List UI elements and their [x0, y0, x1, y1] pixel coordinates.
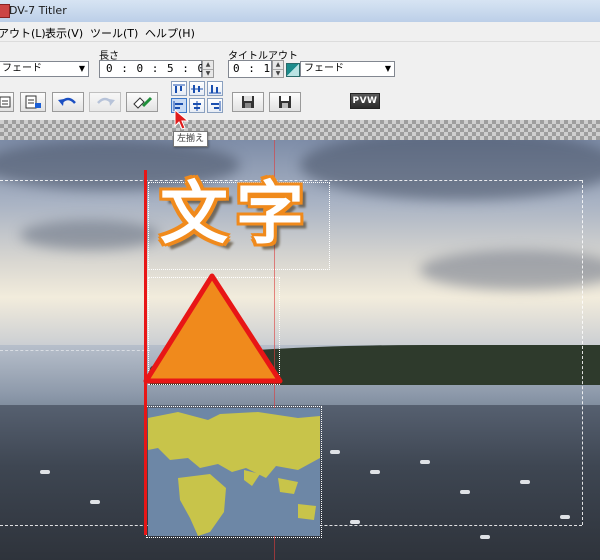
redo-icon: [97, 97, 115, 106]
title-out-effect-select[interactable]: フェード ▼: [300, 61, 395, 77]
alignment-line: [144, 170, 147, 535]
page-icon: [0, 96, 11, 108]
fade-effect-icon: [286, 63, 300, 77]
mouse-cursor-icon: [174, 109, 190, 130]
center-guide: [0, 350, 150, 351]
redo-button[interactable]: [89, 92, 121, 112]
preview-button[interactable]: PVW: [350, 93, 380, 109]
page-add-icon: [25, 95, 41, 109]
save-as-button[interactable]: [269, 92, 301, 112]
spin-down-icon[interactable]: ▼: [273, 69, 283, 78]
save-button[interactable]: [232, 92, 264, 112]
duration-spinner[interactable]: ▲ ▼: [202, 60, 214, 78]
title-canvas[interactable]: 文字: [0, 140, 600, 560]
transition-in-value: フェード: [2, 63, 42, 74]
duration-field[interactable]: 0 : 0 : 5 : 0: [99, 60, 206, 78]
world-map-icon: [148, 412, 320, 536]
boat: [350, 520, 360, 524]
title-out-effect-value: フェード: [304, 63, 344, 74]
toolbar-area: フェード ▼ 長さ 0 : 0 : 5 : 0 ▲ ▼ タイトルアウト 0 : …: [0, 42, 600, 120]
align-center-button[interactable]: [189, 98, 205, 113]
boat: [480, 535, 490, 539]
align-center-icon: [193, 100, 201, 111]
undo-icon: [58, 97, 76, 106]
title-text[interactable]: 文字: [160, 176, 312, 254]
tooltip: 左揃え: [173, 131, 209, 147]
cloud: [20, 220, 160, 250]
boat: [330, 450, 340, 454]
boat: [520, 480, 530, 484]
safe-area-guide: [582, 180, 583, 525]
edit-style-button[interactable]: [126, 92, 158, 112]
align-middle-button[interactable]: [189, 81, 205, 96]
title-out-spinner[interactable]: ▲ ▼: [272, 60, 284, 78]
title-out-time-field[interactable]: 0 : 15: [228, 60, 278, 78]
boat: [420, 460, 430, 464]
boat: [460, 490, 470, 494]
pencil-eraser-icon: [133, 96, 153, 109]
align-bottom-button[interactable]: [207, 81, 223, 96]
boat: [370, 470, 380, 474]
triangle-shape[interactable]: [140, 268, 290, 388]
transparency-strip: [0, 120, 600, 140]
align-top-button[interactable]: [171, 81, 187, 96]
window-title: DV-7 Titler: [9, 4, 67, 17]
menu-help[interactable]: ヘルプ(H): [145, 25, 195, 41]
boat: [560, 515, 570, 519]
menu-layout[interactable]: アウト(L): [0, 25, 46, 41]
chevron-down-icon: ▼: [78, 64, 85, 73]
duration-value: 0 : 0 : 5 : 0: [106, 62, 206, 75]
world-map-image[interactable]: [148, 408, 320, 536]
floppy-icon: [242, 96, 254, 108]
spin-up-icon[interactable]: ▲: [273, 61, 283, 69]
align-right-icon: [211, 100, 221, 111]
menu-view[interactable]: 表示(V): [45, 25, 83, 41]
insert-object-button[interactable]: [20, 92, 46, 112]
transition-in-select[interactable]: フェード ▼: [0, 61, 89, 77]
floppy-icon: [279, 96, 291, 108]
spin-down-icon[interactable]: ▼: [203, 69, 213, 78]
boat: [40, 470, 50, 474]
spin-up-icon[interactable]: ▲: [203, 61, 213, 69]
menu-bar: アウト(L) 表示(V) ツール(T) ヘルプ(H): [0, 22, 600, 42]
align-bottom-icon: [209, 84, 221, 93]
chevron-down-icon: ▼: [384, 64, 391, 73]
align-middle-icon: [191, 84, 203, 93]
new-page-button[interactable]: [0, 92, 14, 112]
menu-tools[interactable]: ツール(T): [90, 25, 138, 41]
title-bar: DV-7 Titler: [0, 0, 600, 23]
boat: [90, 500, 100, 504]
align-right-button[interactable]: [207, 98, 223, 113]
undo-button[interactable]: [52, 92, 84, 112]
align-top-icon: [173, 84, 185, 93]
